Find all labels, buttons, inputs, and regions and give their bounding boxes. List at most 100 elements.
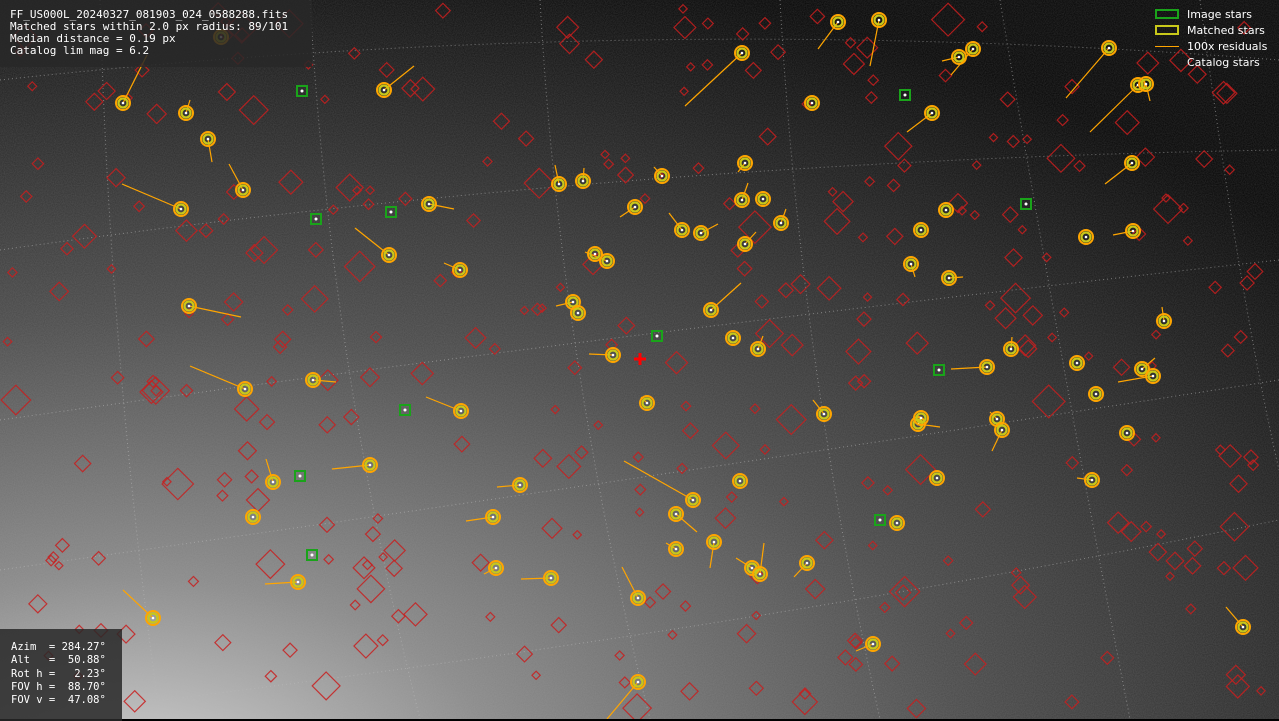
star-dot	[944, 208, 948, 212]
star-dot	[1130, 161, 1134, 165]
legend: Image stars Matched stars 100x residuals…	[1155, 6, 1270, 70]
star-dot	[311, 378, 315, 382]
star-dot	[743, 161, 747, 165]
star-dot	[937, 368, 941, 372]
star-dot	[1125, 431, 1129, 435]
star-dot	[403, 408, 407, 412]
star-dot	[1131, 229, 1135, 233]
star-dot	[1151, 374, 1155, 378]
star-dot	[1144, 82, 1148, 86]
star-dot	[251, 515, 255, 519]
star-dot	[758, 572, 762, 576]
star-dot	[930, 111, 934, 115]
star-dot	[822, 412, 826, 416]
sky-image	[0, 0, 1279, 719]
legend-catalog-stars: Catalog stars	[1155, 54, 1270, 70]
star-dot	[206, 137, 210, 141]
star-dot	[368, 463, 372, 467]
fov-h-text: FOV h = 88.70°	[11, 680, 106, 693]
star-dot	[458, 268, 462, 272]
star-dot	[1009, 347, 1013, 351]
fov-v-text: FOV v = 47.08°	[11, 694, 106, 707]
legend-matched-stars: Matched stars	[1155, 22, 1270, 38]
star-dot	[387, 253, 391, 257]
star-dot	[935, 476, 939, 480]
star-dot	[660, 174, 664, 178]
matched-star-swatch-icon	[1155, 25, 1181, 35]
star-dot	[699, 231, 703, 235]
star-dot	[243, 387, 247, 391]
star-dot	[836, 20, 840, 24]
star-dot	[1075, 361, 1079, 365]
star-dot	[779, 221, 783, 225]
star-dot	[459, 409, 463, 413]
star-dot	[756, 347, 760, 351]
star-dot	[549, 576, 553, 580]
star-dot	[995, 417, 999, 421]
star-dot	[151, 616, 155, 620]
star-dot	[1094, 392, 1098, 396]
star-dot	[576, 311, 580, 315]
star-dot	[518, 483, 522, 487]
rotation-text: Rot h = 2.23°	[11, 667, 106, 680]
star-dot	[903, 93, 907, 97]
catalog-lim-mag-text: Catalog lim mag = 6.2	[10, 44, 150, 57]
star-dot	[427, 202, 431, 206]
residual-line-swatch-icon	[1155, 41, 1181, 51]
star-dot	[494, 566, 498, 570]
star-dot	[121, 101, 125, 105]
star-dot	[298, 474, 302, 478]
star-dot	[810, 101, 814, 105]
star-dot	[738, 479, 742, 483]
pointing-info-panel: Azim = 284.27° Alt = 50.88° Rot h = 2.23° F…	[0, 629, 122, 721]
star-dot	[877, 18, 881, 22]
star-dot	[1084, 235, 1088, 239]
star-dot	[187, 304, 191, 308]
star-dot	[179, 207, 183, 211]
star-dot	[571, 300, 575, 304]
legend-residuals: 100x residuals	[1155, 38, 1270, 54]
star-dot	[314, 217, 318, 221]
star-dot	[691, 498, 695, 502]
star-dot	[750, 566, 754, 570]
star-dot	[947, 276, 951, 280]
image-star-swatch-icon	[1155, 9, 1181, 19]
star-dot	[1090, 478, 1094, 482]
star-dot	[1162, 319, 1166, 323]
legend-image-stars-label: Image stars	[1187, 7, 1252, 21]
star-dot	[1000, 428, 1004, 432]
catalog-star-swatch-icon	[1155, 57, 1181, 67]
star-dot	[674, 512, 678, 516]
star-dot	[382, 88, 386, 92]
star-dot	[296, 580, 300, 584]
star-dot	[645, 401, 649, 405]
star-dot	[1140, 367, 1144, 371]
star-dot	[655, 334, 659, 338]
star-dot	[581, 179, 585, 183]
star-dot	[731, 336, 735, 340]
altitude-text: Alt = 50.88°	[11, 654, 106, 667]
star-dot	[674, 547, 678, 551]
star-dot	[761, 197, 765, 201]
star-dot	[611, 353, 615, 357]
legend-matched-stars-label: Matched stars	[1187, 23, 1265, 37]
star-dot	[557, 182, 561, 186]
star-dot	[895, 521, 899, 525]
legend-catalog-stars-label: Catalog stars	[1187, 55, 1260, 69]
star-dot	[1024, 202, 1028, 206]
legend-residuals-label: 100x residuals	[1187, 39, 1268, 53]
star-dot	[271, 480, 275, 484]
star-dot	[680, 228, 684, 232]
star-dot	[743, 242, 747, 246]
star-dot	[389, 210, 393, 214]
star-dot	[971, 47, 975, 51]
star-dot	[909, 262, 913, 266]
star-dot	[184, 111, 188, 115]
star-dot	[1241, 625, 1245, 629]
star-dot	[300, 89, 304, 93]
star-dot	[919, 228, 923, 232]
legend-image-stars: Image stars	[1155, 6, 1270, 22]
star-dot	[636, 680, 640, 684]
star-dot	[709, 308, 713, 312]
star-dot	[241, 188, 245, 192]
